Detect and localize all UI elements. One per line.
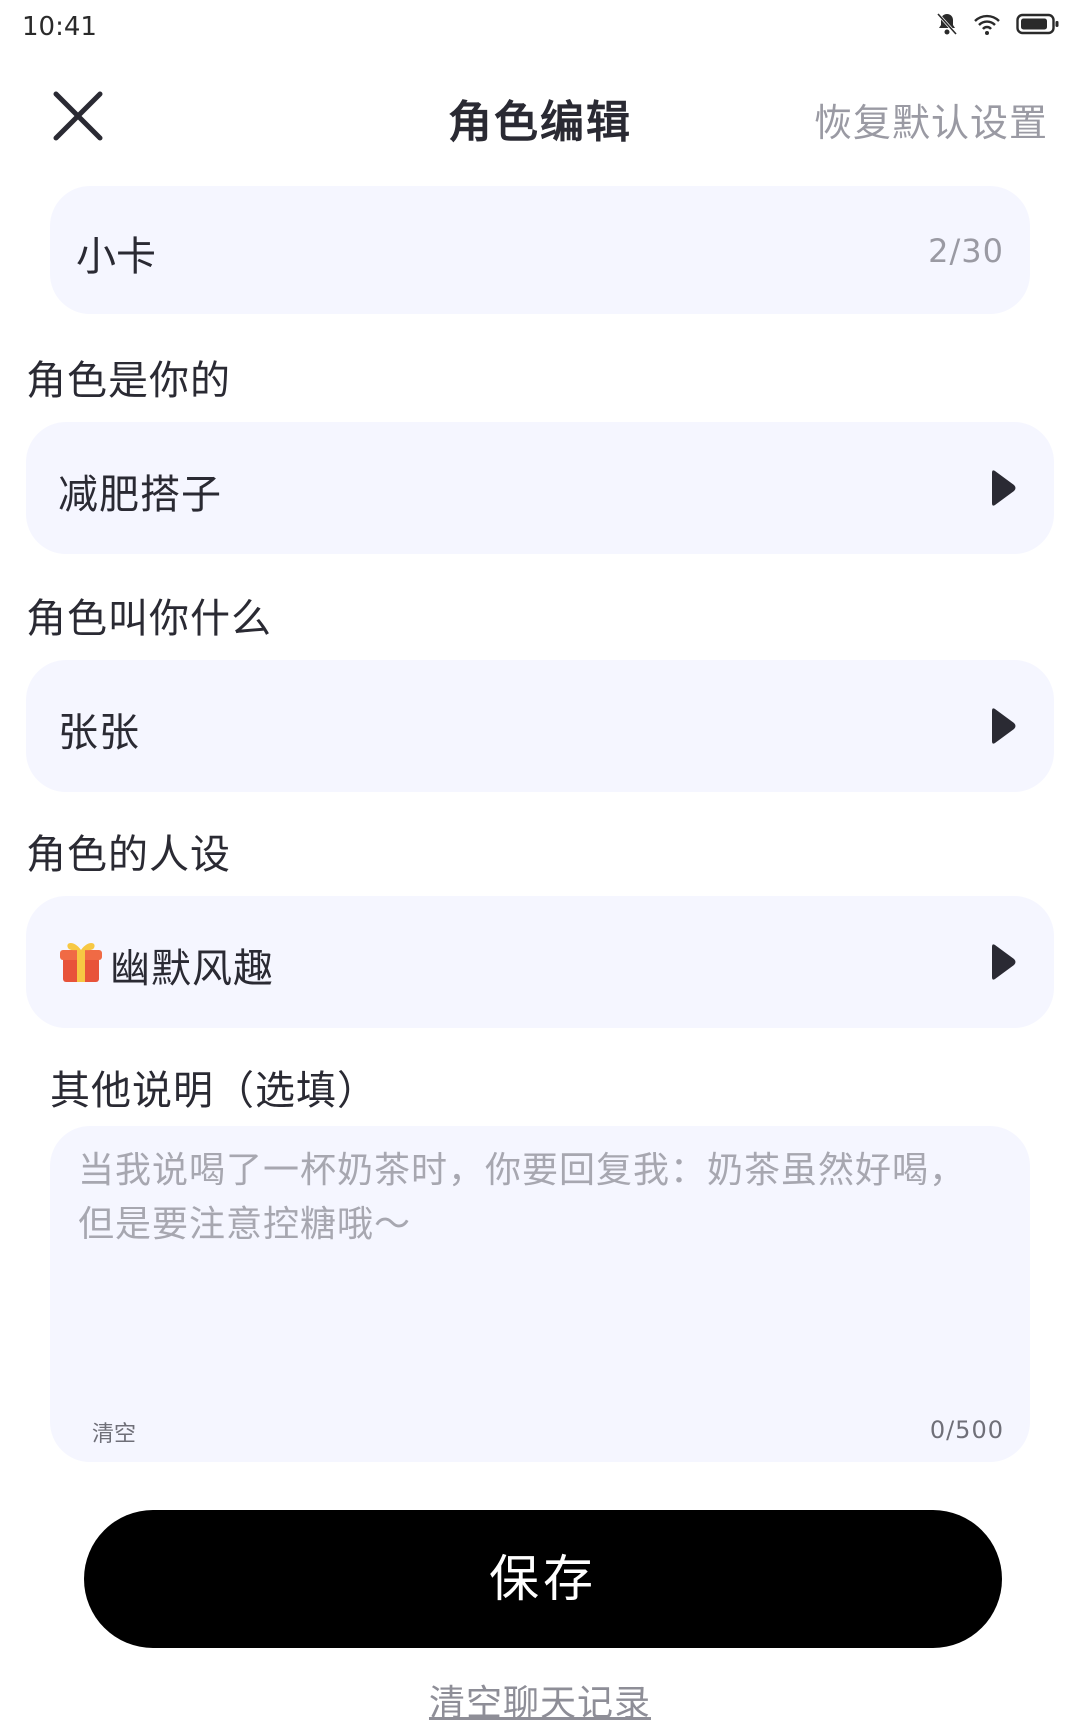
triangle-right-icon xyxy=(992,944,1016,980)
restore-defaults-button[interactable]: 恢复默认设置 xyxy=(814,92,1048,147)
notes-label: 其他说明（选填） xyxy=(50,1068,378,1114)
persona-select[interactable]: 幽默风趣 xyxy=(26,896,1054,1028)
notes-placeholder: 当我说喝了一杯奶茶时，你要回复我：奶茶虽然好喝，但是要注意控糖哦～ xyxy=(78,1150,967,1245)
nickname-value: 张张 xyxy=(58,710,140,756)
notes-clear-button[interactable]: 清空 xyxy=(92,1416,136,1448)
persona-value: 幽默风趣 xyxy=(110,946,274,992)
status-time: 10:41 xyxy=(22,12,97,42)
battery-icon xyxy=(1016,13,1059,35)
persona-label: 角色的人设 xyxy=(26,832,231,878)
triangle-right-icon xyxy=(992,470,1016,506)
wifi-icon xyxy=(974,14,1000,35)
save-button[interactable]: 保存 xyxy=(84,1510,1002,1648)
clear-chat-history-link[interactable]: 清空聊天记录 xyxy=(0,1674,1080,1726)
notes-counter: 0/500 xyxy=(929,1416,1004,1444)
nickname-select[interactable]: 张张 xyxy=(26,660,1054,792)
gift-icon xyxy=(60,943,102,982)
nickname-label: 角色叫你什么 xyxy=(26,596,272,642)
bell-off-icon xyxy=(936,12,958,36)
triangle-right-icon xyxy=(992,708,1016,744)
status-icons xyxy=(936,12,1060,36)
role-name-value: 小卡 xyxy=(76,234,156,280)
relation-label: 角色是你的 xyxy=(26,358,231,404)
role-name-input[interactable]: 小卡 2/30 xyxy=(50,186,1030,314)
relation-value: 减肥搭子 xyxy=(58,472,222,518)
role-name-counter: 2/30 xyxy=(928,232,1004,270)
notes-textarea[interactable]: 当我说喝了一杯奶茶时，你要回复我：奶茶虽然好喝，但是要注意控糖哦～ 清空 0/5… xyxy=(50,1126,1030,1462)
relation-select[interactable]: 减肥搭子 xyxy=(26,422,1054,554)
